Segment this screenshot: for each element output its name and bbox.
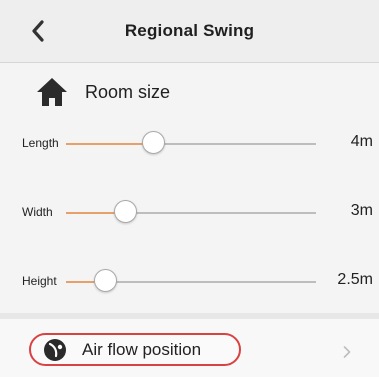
height-slider[interactable] bbox=[66, 269, 316, 292]
slider-row-height: Height 2.5m bbox=[0, 262, 379, 302]
length-label: Length bbox=[22, 136, 59, 150]
regional-swing-screen: Regional Swing Room size Length 4m Width bbox=[0, 0, 379, 377]
room-size-header: Room size bbox=[34, 75, 170, 109]
width-value: 3m bbox=[350, 202, 373, 219]
room-size-section: Room size Length 4m Width 3m Height 2.5m bbox=[0, 63, 379, 313]
house-icon bbox=[34, 75, 70, 109]
slider-row-width: Width 3m bbox=[0, 193, 379, 233]
header-bar: Regional Swing bbox=[0, 0, 379, 63]
airflow-row[interactable]: Air flow position bbox=[0, 319, 379, 377]
height-value: 2.5m bbox=[337, 271, 373, 288]
room-size-label: Room size bbox=[85, 81, 171, 102]
slider-thumb[interactable] bbox=[94, 269, 117, 292]
length-value: 4m bbox=[350, 133, 373, 150]
airflow-position-label: Air flow position bbox=[82, 339, 202, 359]
height-label: Height bbox=[22, 274, 57, 288]
chevron-right-icon[interactable] bbox=[343, 346, 351, 358]
width-slider[interactable] bbox=[66, 200, 316, 223]
slider-thumb[interactable] bbox=[141, 131, 165, 154]
page-title: Regional Swing bbox=[124, 21, 255, 40]
width-label: Width bbox=[22, 205, 53, 219]
slider-row-length: Length 4m bbox=[0, 124, 379, 164]
airflow-icon bbox=[41, 337, 69, 363]
slider-thumb[interactable] bbox=[114, 200, 137, 223]
airflow-position-button[interactable]: Air flow position bbox=[29, 333, 241, 366]
length-slider[interactable] bbox=[66, 131, 316, 154]
slider-track-fill bbox=[66, 143, 154, 145]
